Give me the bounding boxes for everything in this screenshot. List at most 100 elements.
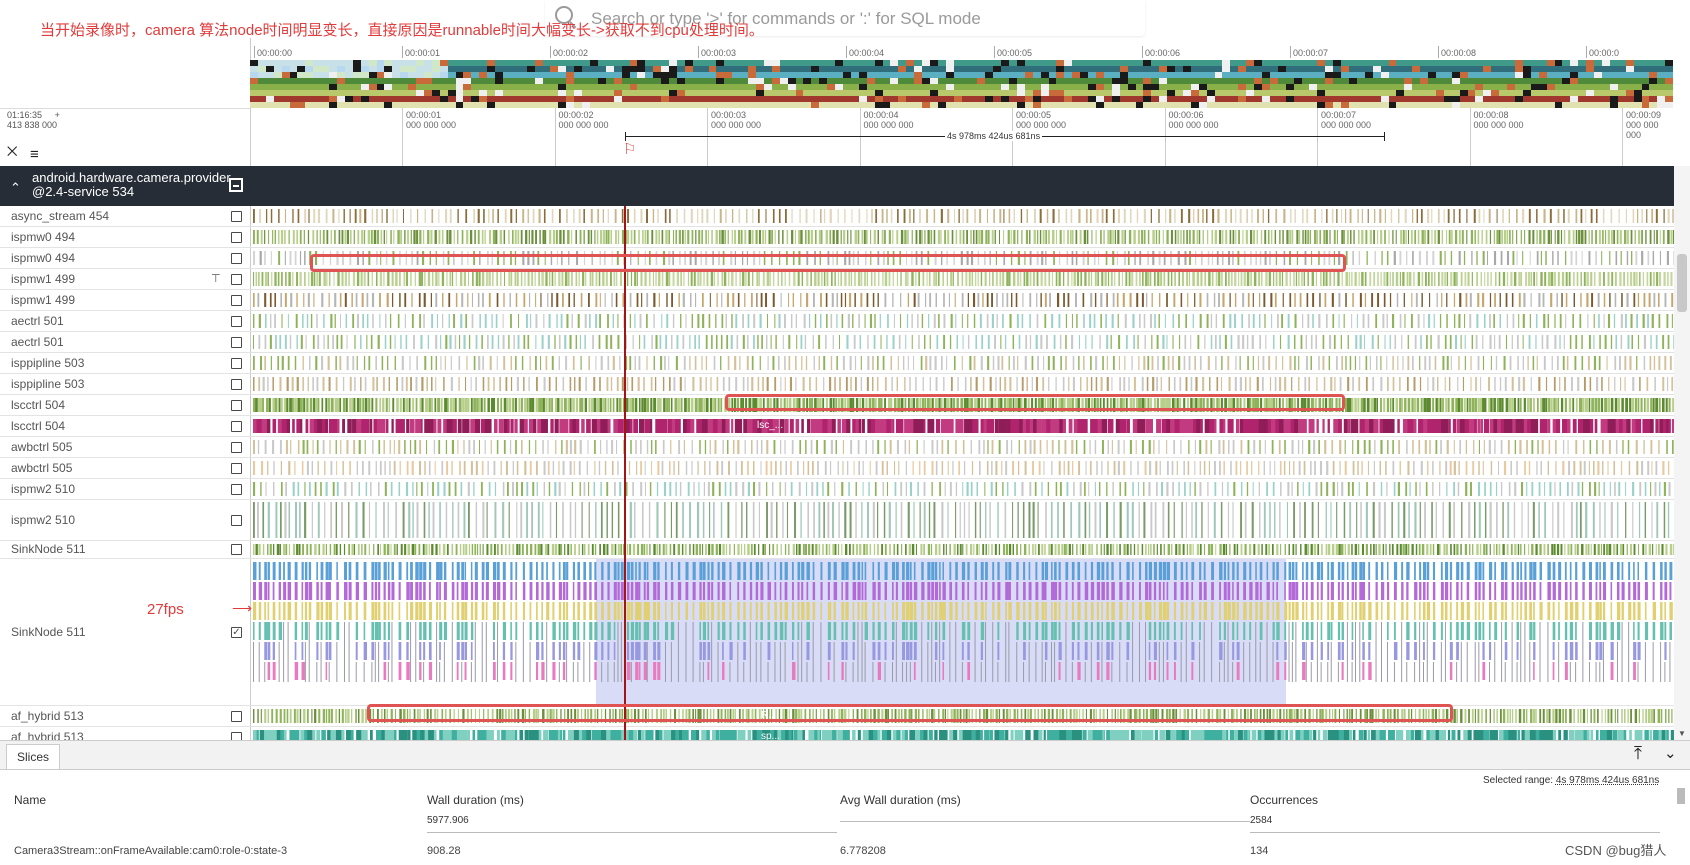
slice[interactable] [1413,461,1415,475]
slice[interactable] [740,230,743,244]
slice[interactable] [550,419,554,433]
slice[interactable] [314,544,317,555]
slice[interactable] [1636,356,1638,370]
slice[interactable] [1427,377,1429,391]
slice[interactable] [1041,544,1044,555]
slice[interactable] [641,502,644,538]
slice[interactable] [389,335,392,349]
slice[interactable] [815,377,818,391]
slice[interactable] [1476,251,1478,265]
slice[interactable] [1268,272,1271,286]
slice[interactable] [303,230,305,244]
slice[interactable] [1253,544,1256,555]
slice[interactable] [1659,251,1661,265]
slice[interactable] [970,482,973,496]
slice[interactable] [489,356,492,370]
slice[interactable] [1379,461,1381,475]
slice[interactable] [1602,440,1604,454]
slice[interactable] [1484,272,1486,286]
slice[interactable] [1261,544,1263,555]
slice[interactable] [939,482,941,496]
slice[interactable] [569,335,572,349]
slice[interactable] [976,544,979,555]
slice[interactable] [735,272,737,286]
slice[interactable] [450,377,453,391]
slice[interactable] [923,482,926,496]
slice[interactable] [1345,251,1348,265]
slice[interactable] [936,440,939,454]
slice[interactable] [272,562,276,580]
slice[interactable] [644,482,646,496]
slice[interactable] [1399,272,1401,286]
slice[interactable] [1083,356,1085,370]
slice[interactable] [1361,230,1364,244]
slice[interactable] [488,293,491,307]
slice[interactable] [540,293,542,307]
slice[interactable] [1607,314,1611,328]
slice[interactable] [448,293,451,307]
slice[interactable] [760,293,763,307]
slice[interactable] [695,544,699,555]
slice[interactable] [638,230,640,244]
slice[interactable] [643,377,645,391]
slice[interactable] [653,544,656,555]
slice[interactable] [695,230,697,244]
slice[interactable] [478,272,481,286]
slice[interactable] [511,272,513,286]
slice[interactable] [339,293,342,307]
slice[interactable] [863,544,866,555]
slice[interactable] [650,377,653,391]
slice[interactable] [1639,272,1641,286]
slice[interactable] [1594,419,1598,433]
slice[interactable] [1493,230,1495,244]
slice[interactable] [1488,209,1491,223]
slice[interactable] [855,377,857,391]
slice[interactable] [503,356,506,370]
slice[interactable] [1475,377,1477,391]
slice[interactable] [588,502,590,538]
slice[interactable] [862,482,864,496]
slice[interactable] [1601,377,1603,391]
slice[interactable] [1547,314,1550,328]
slice[interactable] [963,461,966,475]
slice[interactable] [1466,398,1469,412]
slice[interactable] [1423,398,1427,412]
slice[interactable] [1523,293,1526,307]
slice[interactable] [1391,419,1395,433]
slice[interactable] [1125,272,1128,286]
slice[interactable] [769,272,771,286]
slice[interactable] [1643,293,1646,307]
slice[interactable] [472,272,474,286]
slice[interactable] [357,544,360,555]
slice[interactable] [1661,544,1664,555]
slice[interactable] [446,544,449,555]
slice[interactable] [725,544,728,555]
slice[interactable] [1522,314,1525,328]
slice[interactable] [719,230,721,244]
slice[interactable] [1455,335,1458,349]
slice[interactable] [1458,314,1461,328]
slice[interactable] [900,272,902,286]
slice[interactable] [929,377,931,391]
slice[interactable] [414,440,417,454]
slice[interactable] [831,419,836,433]
slice[interactable] [278,602,281,620]
slice[interactable] [1347,419,1350,433]
slice[interactable] [713,272,716,286]
slice[interactable] [524,461,527,475]
slice[interactable] [1025,230,1029,244]
slice[interactable] [386,209,388,223]
slice[interactable] [664,419,668,433]
slice[interactable] [299,230,302,244]
slice[interactable] [1575,440,1578,454]
track-checkbox[interactable] [231,378,242,390]
slice[interactable] [277,356,280,370]
slice[interactable] [1634,398,1637,412]
slice[interactable] [473,209,476,223]
slice[interactable] [996,314,998,328]
slice[interactable] [1185,377,1188,391]
slice[interactable] [802,377,805,391]
slice[interactable] [426,440,428,454]
slice[interactable] [672,314,675,328]
slice[interactable] [297,209,300,223]
